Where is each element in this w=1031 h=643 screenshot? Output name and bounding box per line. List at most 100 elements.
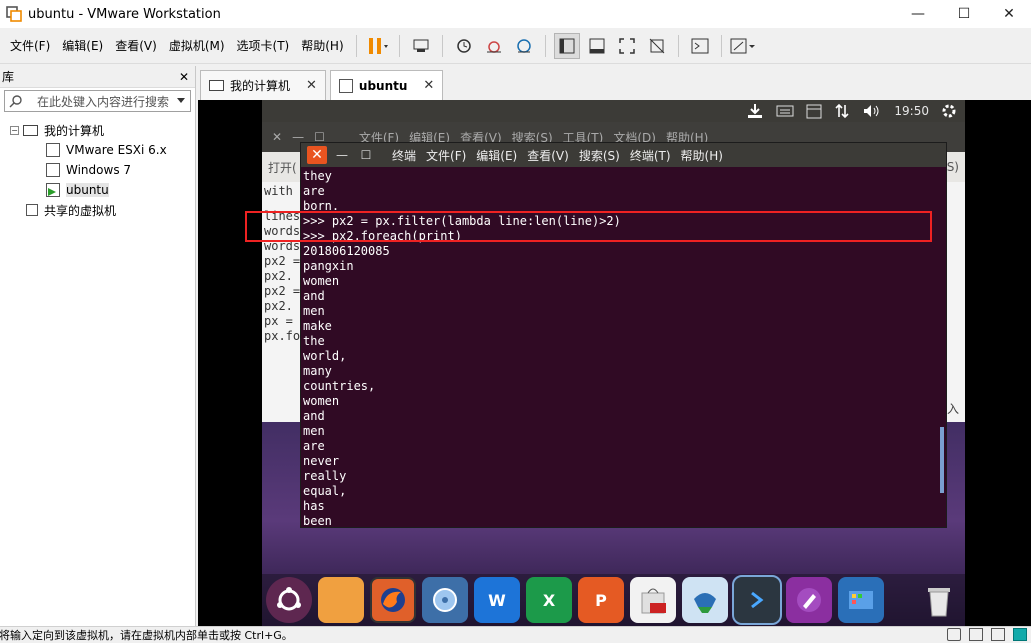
software-icon[interactable] xyxy=(630,577,676,623)
terminal-menu-terminal[interactable]: 终端(T) xyxy=(625,147,676,164)
terminal-close-button[interactable]: ✕ xyxy=(307,146,327,164)
impress-icon[interactable]: P xyxy=(578,577,624,623)
terminal-line: men xyxy=(303,424,325,438)
send-ctrl-alt-del-button[interactable] xyxy=(408,33,434,59)
usb-icon[interactable] xyxy=(991,628,1005,641)
window-title: ubuntu - VMware Workstation xyxy=(28,6,221,22)
device-icons xyxy=(947,628,1027,641)
files-icon[interactable] xyxy=(318,577,364,623)
library-search-input[interactable]: 在此处键入内容进行搜索 xyxy=(4,90,191,112)
download-icon[interactable] xyxy=(746,103,764,119)
full-screen-button[interactable] xyxy=(614,33,640,59)
terminal-menu-search[interactable]: 搜索(S) xyxy=(574,147,625,164)
tab-my-computer[interactable]: 我的计算机 ✕ xyxy=(200,70,326,100)
tab-strip: 我的计算机 ✕ ubuntu ✕ xyxy=(198,66,1031,100)
menu-vm[interactable]: 虚拟机(M) xyxy=(163,37,231,54)
ubuntu-icon[interactable] xyxy=(266,577,312,623)
ubuntu-dock: W X P xyxy=(262,574,965,626)
unity-button[interactable] xyxy=(644,33,670,59)
writer-icon[interactable]: W xyxy=(474,577,520,623)
tree-item-shared-vms[interactable]: 共享的虚拟机 xyxy=(0,200,195,220)
terminal-line: pangxin xyxy=(303,259,354,273)
tree-item-vm[interactable]: Windows 7 xyxy=(0,160,195,180)
terminal-maximize-button[interactable]: ☐ xyxy=(357,148,375,162)
calendar-icon[interactable] xyxy=(806,103,822,119)
tree-label: 共享的虚拟机 xyxy=(44,203,117,218)
tab-close-icon[interactable]: ✕ xyxy=(306,78,317,93)
keyboard-send-icon xyxy=(413,39,429,52)
terminal-minimize-button[interactable]: — xyxy=(333,148,351,162)
revert-snapshot-button[interactable] xyxy=(481,33,507,59)
vm-icon xyxy=(46,143,60,157)
menu-help[interactable]: 帮助(H) xyxy=(295,37,349,54)
apps-icon[interactable] xyxy=(838,577,884,623)
volume-icon[interactable] xyxy=(862,103,882,119)
editor-icon[interactable] xyxy=(786,577,832,623)
vmware-logo-icon xyxy=(6,6,22,22)
trash-icon[interactable] xyxy=(916,577,962,623)
firefox-icon[interactable] xyxy=(370,577,416,623)
ubuntu-desktop[interactable]: 19:50 ✕ — ☐ 文件(F) 编辑(E) 查看(V) 搜索(S) 工具(T… xyxy=(262,100,965,626)
terminal-line: many xyxy=(303,364,332,378)
terminal-line: and xyxy=(303,409,325,423)
network-adapter-icon[interactable] xyxy=(969,628,983,641)
terminal-line: the xyxy=(303,334,325,348)
snapshot-button[interactable] xyxy=(451,33,477,59)
tree-item-my-computer[interactable]: − 我的计算机 xyxy=(0,120,195,140)
collapse-icon[interactable]: − xyxy=(10,125,19,135)
disk-icon[interactable] xyxy=(422,577,468,623)
menu-view[interactable]: 查看(V) xyxy=(109,37,163,54)
minimize-button[interactable]: — xyxy=(895,0,941,28)
library-close-button[interactable]: ✕ xyxy=(179,70,189,84)
tree-item-vm-selected[interactable]: ubuntu xyxy=(0,180,195,200)
remmina-icon[interactable] xyxy=(682,577,728,623)
terminal-line: make xyxy=(303,319,332,333)
terminal-line: been xyxy=(303,514,332,527)
terminal-icon[interactable] xyxy=(732,575,782,625)
terminal-line: men xyxy=(303,304,325,318)
terminal-menu-file[interactable]: 文件(F) xyxy=(421,147,471,164)
computer-icon xyxy=(23,124,38,136)
terminal-scrollbar[interactable] xyxy=(940,427,944,493)
toolbar-separator xyxy=(720,34,722,57)
library-panel: 库 ✕ 在此处键入内容进行搜索 − 我的计算机 VMware ESXi 6.x … xyxy=(0,66,196,626)
terminal-window[interactable]: ✕ — ☐ 终端 文件(F) 编辑(E) 查看(V) 搜索(S) 终端(T) 帮… xyxy=(300,142,947,528)
network-icon[interactable] xyxy=(834,103,850,119)
menu-file[interactable]: 文件(F) xyxy=(4,37,56,54)
save-button-fragment[interactable]: S) xyxy=(947,160,959,174)
terminal-menu-help[interactable]: 帮助(H) xyxy=(676,147,728,164)
gear-icon[interactable] xyxy=(941,103,957,119)
calc-icon[interactable]: X xyxy=(526,577,572,623)
close-icon[interactable]: ✕ xyxy=(272,130,282,144)
menu-edit[interactable]: 编辑(E) xyxy=(56,37,109,54)
keyboard-icon[interactable] xyxy=(776,103,794,119)
show-library-button[interactable] xyxy=(553,32,580,59)
library-header: 库 ✕ xyxy=(0,66,195,88)
hard-disk-icon[interactable] xyxy=(947,628,961,641)
close-button[interactable]: ✕ xyxy=(986,0,1031,28)
terminal-line: countries, xyxy=(303,379,376,393)
snapshot-manager-button[interactable] xyxy=(511,33,537,59)
clock[interactable]: 19:50 xyxy=(894,104,929,118)
console-view-button[interactable] xyxy=(687,33,713,59)
stretch-button[interactable] xyxy=(730,33,756,59)
stretch-icon xyxy=(730,38,755,53)
vm-console[interactable]: 19:50 ✕ — ☐ 文件(F) 编辑(E) 查看(V) 搜索(S) 工具(T… xyxy=(198,100,1031,626)
tab-close-icon[interactable]: ✕ xyxy=(423,78,434,93)
library-tree: − 我的计算机 VMware ESXi 6.x Windows 7 ubuntu… xyxy=(0,114,195,220)
search-icon xyxy=(9,95,22,108)
menu-tabs[interactable]: 选项卡(T) xyxy=(231,37,296,54)
terminal-menu-edit[interactable]: 编辑(E) xyxy=(471,147,522,164)
pause-button[interactable] xyxy=(365,33,391,59)
display-icon[interactable] xyxy=(1013,628,1027,641)
maximize-button[interactable]: ☐ xyxy=(941,0,987,28)
open-button[interactable]: 打开( xyxy=(268,159,297,176)
chevron-down-icon[interactable] xyxy=(176,97,186,105)
thumbnail-bar-button[interactable] xyxy=(584,33,610,59)
tree-label: ubuntu xyxy=(66,183,109,197)
vm-running-icon xyxy=(46,183,60,197)
tab-ubuntu[interactable]: ubuntu ✕ xyxy=(329,70,444,100)
tree-item-vm[interactable]: VMware ESXi 6.x xyxy=(0,140,195,160)
terminal-line: equal, xyxy=(303,484,347,498)
terminal-menu-view[interactable]: 查看(V) xyxy=(522,147,574,164)
